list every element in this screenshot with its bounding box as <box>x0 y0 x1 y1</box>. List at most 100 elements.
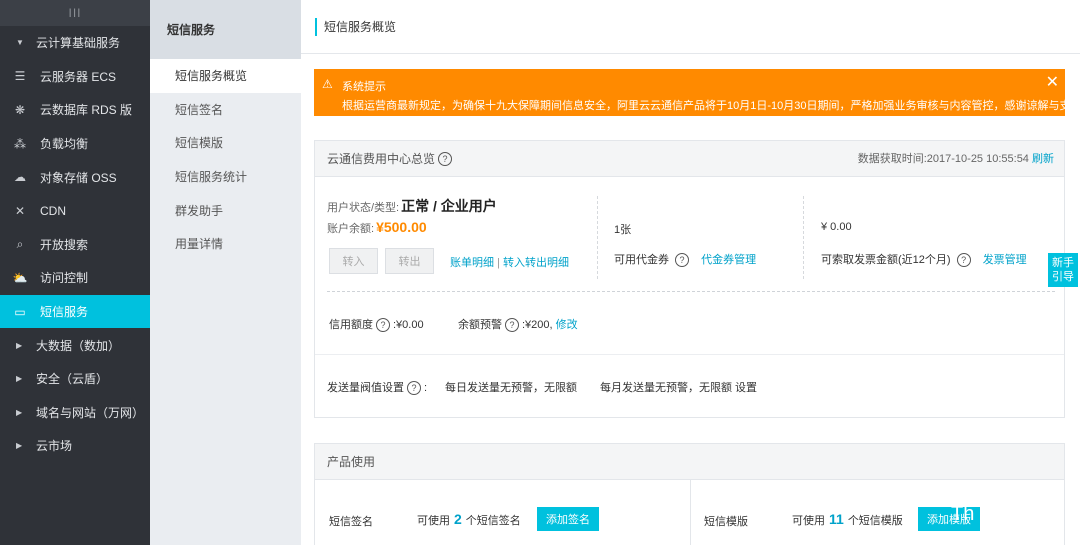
help-icon[interactable]: ? <box>956 253 971 268</box>
sidebar-collapse-toggle[interactable]: III <box>0 0 150 26</box>
balance-value: ¥500.00 <box>376 219 427 235</box>
threshold-colon: : <box>424 382 428 394</box>
voucher-row: 可用代金券 ? 代金券管理 <box>614 251 756 268</box>
daily-limit: 每日发送量无预警，无限额 <box>445 382 577 394</box>
subnav-item-template[interactable]: 短信模版 <box>150 126 301 160</box>
sidebar-item-0[interactable]: ▼ 云计算基础服务 <box>0 26 150 60</box>
sidebar-item-3[interactable]: ⁂ 负载均衡 <box>0 127 150 161</box>
voucher-count: 1张 <box>614 224 632 236</box>
edit-warning-link[interactable]: 修改 <box>556 319 578 331</box>
sidebar-item-1[interactable]: ☰ 云服务器 ECS <box>0 60 150 94</box>
cloud-upload-icon: ☁ <box>14 170 26 185</box>
sign-suffix: 个短信签名 <box>465 515 521 527</box>
load-balancer-icon: ⁂ <box>14 136 26 151</box>
page-title: 短信服务概览 <box>315 18 396 36</box>
main-content: 短信服务概览 ⚠ 系统提示 根据运营商最新规定，为确保十九大保障期间信息安全，阿… <box>301 0 1080 545</box>
transfer-out-button[interactable]: 转出 <box>385 248 434 274</box>
subnav-item-signature[interactable]: 短信签名 <box>150 93 301 127</box>
add-signature-button[interactable]: 添加签名 <box>537 507 599 531</box>
caret-down-icon: ▼ <box>16 38 24 48</box>
help-icon[interactable]: ? <box>407 381 421 396</box>
subnav-item-usage[interactable]: 用量详情 <box>150 227 301 261</box>
credit-limit: 信用额度?:¥0.00 <box>329 316 424 333</box>
panel-title: 云通信费用中心总览 <box>327 152 436 166</box>
fetch-time-label: 数据获取时间: <box>857 153 927 165</box>
alert-message: 根据运营商最新规定，为确保十九大保障期间信息安全，阿里云云通信产品将于10月1日… <box>342 100 1080 112</box>
template-usage: 可使用 11 个短信模版 <box>792 511 903 528</box>
transfer-detail-link[interactable]: 转入转出明细 <box>503 257 569 269</box>
search-icon: ⌕ <box>16 236 24 251</box>
column-divider <box>803 196 804 279</box>
sidebar-item-label: 开放搜索 <box>40 237 89 252</box>
refresh-link[interactable]: 刷新 <box>1032 153 1054 165</box>
voucher-manage-link[interactable]: 代金券管理 <box>701 254 756 266</box>
cloud-lock-icon: ⛅ <box>12 270 28 285</box>
balance-warning-label: 余额预警 <box>458 319 502 331</box>
dashed-divider <box>327 291 1055 292</box>
help-icon[interactable]: ? <box>505 318 519 333</box>
subnav-item-statistics[interactable]: 短信服务统计 <box>150 160 301 194</box>
sidebar-item-label: 云计算基础服务 <box>36 36 121 51</box>
template-suffix: 个短信模版 <box>847 515 903 527</box>
subnav-item-overview[interactable]: 短信服务概览 <box>150 59 301 93</box>
balance-warning: 余额预警?:¥200, 修改 <box>458 316 578 333</box>
sidebar-item-6[interactable]: ⌕ 开放搜索 <box>0 228 150 262</box>
sidebar-item-label: 短信服务 <box>40 305 89 320</box>
invoice-manage-link[interactable]: 发票管理 <box>983 254 1027 266</box>
section-divider <box>315 354 1064 355</box>
cdn-icon: ✕ <box>14 203 26 218</box>
sidebar-item-11[interactable]: ▶ 域名与网站（万网） <box>0 396 150 430</box>
sidebar-item-10[interactable]: ▶ 安全（云盾） <box>0 362 150 396</box>
title-divider <box>301 53 1080 54</box>
sidebar-item-7[interactable]: ⛅ 访问控制 <box>0 261 150 295</box>
threshold-settings-link[interactable]: 设置 <box>735 379 757 395</box>
panel-header: 云通信费用中心总览 ? 数据获取时间:2017-10-25 10:55:54 刷… <box>315 141 1064 177</box>
sign-count: 2 <box>454 511 462 527</box>
fetch-time-info: 数据获取时间:2017-10-25 10:55:54 刷新 <box>858 141 1054 177</box>
sidebar-item-12[interactable]: ▶ 云市场 <box>0 429 150 463</box>
status-label: 用户状态/类型: <box>327 202 400 214</box>
system-alert: ⚠ 系统提示 根据运营商最新规定，为确保十九大保障期间信息安全，阿里云云通信产品… <box>314 69 1080 116</box>
bill-detail-link[interactable]: 账单明细 <box>450 257 494 269</box>
sidebar-item-label: 域名与网站（万网） <box>36 405 145 420</box>
help-icon[interactable]: ? <box>675 253 690 268</box>
close-icon[interactable]: ✕ <box>1046 72 1059 92</box>
alert-title: 系统提示 <box>342 81 386 93</box>
monthly-limit: 每月发送量无预警，无限额 <box>600 382 732 394</box>
balance-label: 账户余额: <box>327 223 375 235</box>
help-icon[interactable]: ? <box>438 151 453 166</box>
sign-prefix: 可使用 <box>417 515 450 527</box>
account-balance: 账户余额: ¥500.00 <box>327 219 427 236</box>
sidebar-item-label: 安全（云盾） <box>36 372 109 387</box>
subnav-title: 短信服务 <box>150 0 301 59</box>
sign-label: 短信签名 <box>329 516 373 528</box>
sms-subnav: 短信服务 短信服务概览 短信签名 短信模版 短信服务统计 群发助手 用量详情 <box>150 0 301 545</box>
template-count: 11 <box>829 511 844 527</box>
transfer-in-button[interactable]: 转入 <box>329 248 378 274</box>
sidebar-item-5[interactable]: ✕ CDN <box>0 194 150 228</box>
credit-value: :¥0.00 <box>393 319 424 331</box>
threshold-label: 发送量阀值设置 <box>327 382 404 394</box>
sidebar-item-label: 云数据库 RDS 版 <box>40 103 133 118</box>
sidebar-item-4[interactable]: ☁ 对象存储 OSS <box>0 160 150 194</box>
beginner-guide-button[interactable]: 新手引导 <box>1048 253 1078 287</box>
sidebar-item-label: CDN <box>40 203 66 218</box>
send-threshold: 发送量阀值设置?: <box>327 379 428 396</box>
database-icon: ❋ <box>14 102 26 117</box>
subnav-item-bulk-send[interactable]: 群发助手 <box>150 193 301 227</box>
voucher-label: 可用代金券 <box>614 254 669 266</box>
help-icon[interactable]: ? <box>376 318 390 333</box>
panel-title: 产品使用 <box>327 455 376 469</box>
product-usage-panel: 产品使用 短信签名 可使用 2 个短信签名 添加签名 短信模版 可使用 11 个短信模版… <box>314 443 1065 545</box>
billing-overview-panel: 云通信费用中心总览 ? 数据获取时间:2017-10-25 10:55:54 刷… <box>314 140 1065 418</box>
template-label: 短信模版 <box>704 516 748 528</box>
sidebar-item-2[interactable]: ❋ 云数据库 RDS 版 <box>0 93 150 127</box>
sidebar-item-label: 负载均衡 <box>40 137 89 152</box>
credit-label: 信用额度 <box>329 319 373 331</box>
column-divider <box>690 480 691 545</box>
fetch-time-value: 2017-10-25 10:55:54 <box>926 153 1029 165</box>
sidebar-item-8[interactable]: ▭ 短信服务 <box>0 294 150 329</box>
sidebar-item-label: 对象存储 OSS <box>40 170 117 185</box>
message-icon: ▭ <box>14 304 26 319</box>
sidebar-item-9[interactable]: ▶ 大数据（数加） <box>0 328 150 362</box>
